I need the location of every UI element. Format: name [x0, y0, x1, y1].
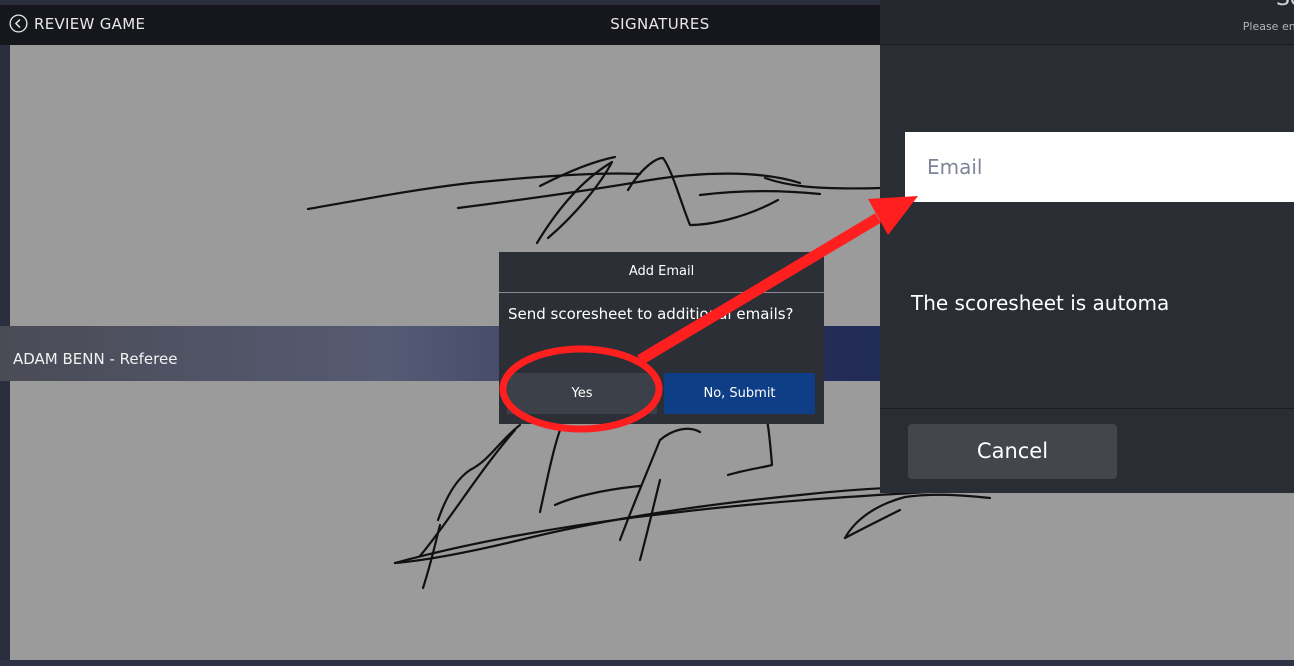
inset-divider — [880, 408, 1294, 409]
dialog-message: Send scoresheet to additional emails? — [508, 305, 794, 323]
cancel-button[interactable]: Cancel — [908, 424, 1117, 479]
dialog-title: Add Email — [499, 252, 824, 293]
signatures-screen: REVIEW GAME SIGNATURES ADAM BENN - Refer… — [0, 0, 1294, 666]
inset-heading: Sc — [1276, 0, 1294, 11]
email-field[interactable] — [905, 132, 1294, 202]
auto-send-notice: The scoresheet is automa — [911, 291, 1170, 315]
inset-hint-text: Please ent — [1242, 20, 1294, 33]
inset-header: Sc Please ent — [880, 0, 1294, 45]
yes-button[interactable]: Yes — [507, 373, 657, 414]
email-entry-inset: Sc Please ent The scoresheet is automa C… — [880, 0, 1294, 493]
no-submit-button[interactable]: No, Submit — [664, 373, 815, 414]
